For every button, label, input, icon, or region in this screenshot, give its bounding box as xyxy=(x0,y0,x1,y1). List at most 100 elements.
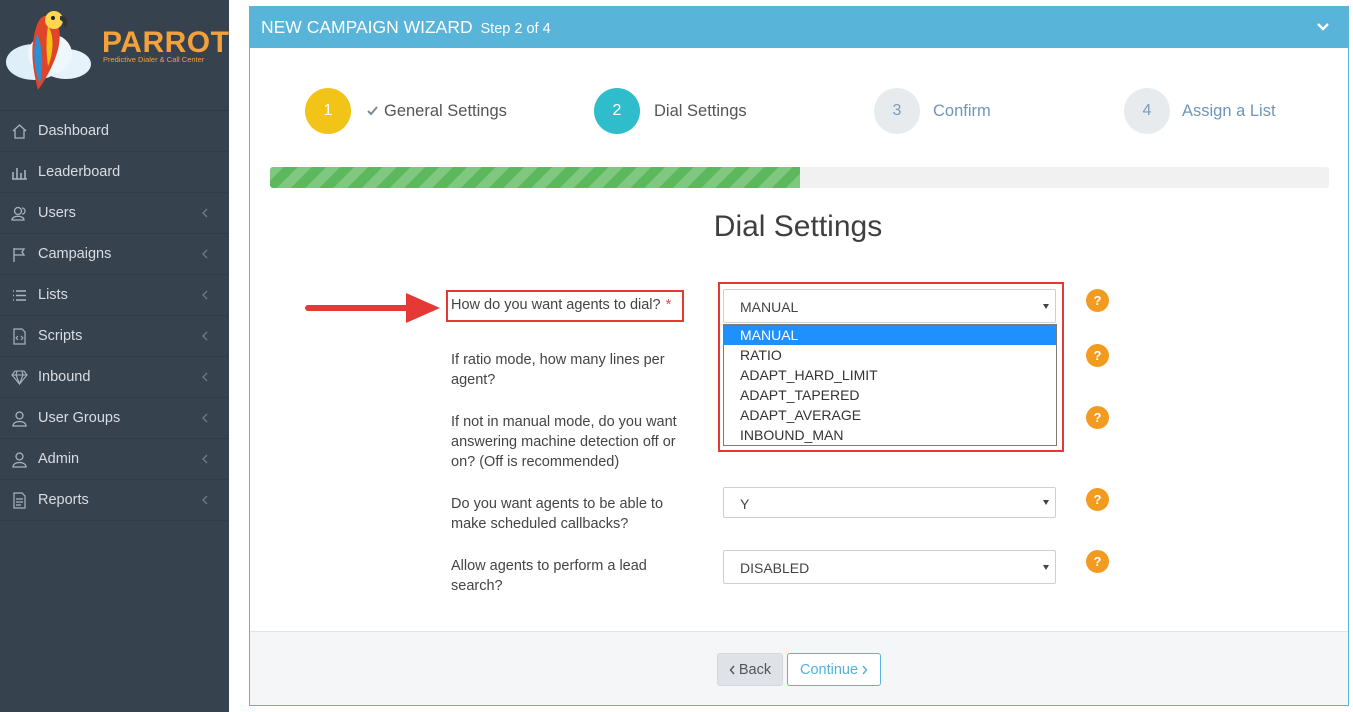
sidebar-item-label: Scripts xyxy=(38,328,83,344)
continue-button-label: Continue xyxy=(799,661,859,678)
panel-header: NEW CAMPAIGN WIZARD Step 2 of 4 xyxy=(250,7,1348,48)
callbacks-question-line: Do you want agents to be able to xyxy=(451,496,664,512)
sidebar-item-inbound[interactable]: Inbound xyxy=(0,357,229,398)
bar-chart-icon xyxy=(12,168,27,180)
amd-question-line: answering machine detection off or xyxy=(451,434,676,450)
sidebar-item-label: Users xyxy=(38,205,76,221)
option-adapt-tapered[interactable]: ADAPT_TAPERED xyxy=(724,385,1056,405)
back-button[interactable]: Back xyxy=(717,653,783,686)
amd-question-line: If not in manual mode, do you want xyxy=(451,414,677,430)
admin-user-icon xyxy=(12,452,27,468)
option-inbound-man[interactable]: INBOUND_MAN xyxy=(724,425,1056,445)
chevron-left-icon xyxy=(729,665,735,674)
step-number-badge: 3 xyxy=(874,88,920,134)
progress-fill xyxy=(270,167,800,188)
step-number-badge: 1 xyxy=(305,88,351,134)
annotation-arrow-icon xyxy=(305,293,440,323)
help-icon[interactable]: ? xyxy=(1086,344,1109,367)
lead-search-question-line: search? xyxy=(451,578,503,594)
sidebar-item-lists[interactable]: Lists xyxy=(0,275,229,316)
step-label: Confirm xyxy=(933,101,991,120)
list-icon xyxy=(13,290,26,301)
campaign-wizard-panel: NEW CAMPAIGN WIZARD Step 2 of 4 1 Genera… xyxy=(249,6,1349,706)
option-ratio[interactable]: RATIO xyxy=(724,345,1056,365)
lead-search-question-line: Allow agents to perform a lead xyxy=(451,558,647,574)
wizard-step-text: Step 2 of 4 xyxy=(480,21,551,37)
wizard-footer: Back Continue xyxy=(250,631,1348,705)
sidebar-item-users[interactable]: Users xyxy=(0,193,229,234)
parrot-logo-icon xyxy=(6,11,91,91)
sidebar-item-label: Admin xyxy=(38,451,80,467)
brand-tagline: Predictive Dialer & Call Center xyxy=(103,55,205,64)
chevron-left-icon xyxy=(202,208,208,218)
lead-search-select[interactable]: DISABLED xyxy=(723,550,1056,584)
ratio-lines-label: If ratio mode, how many lines per agent? xyxy=(451,350,665,390)
amd-question-line: on? (Off is recommended) xyxy=(451,454,620,470)
user-group-icon xyxy=(12,411,27,427)
sidebar-item-reports[interactable]: Reports xyxy=(0,480,229,521)
sidebar-item-label: Campaigns xyxy=(38,246,112,262)
chevron-down-icon[interactable] xyxy=(1316,22,1330,32)
brand-logo[interactable]: PARROT Predictive Dialer & Call Center xyxy=(0,0,229,111)
sidebar-item-admin[interactable]: Admin xyxy=(0,439,229,480)
sidebar-item-label: Leaderboard xyxy=(38,164,121,180)
chevron-left-icon xyxy=(202,372,208,382)
sidebar-item-label: Reports xyxy=(38,492,89,508)
chevron-left-icon xyxy=(202,413,208,423)
caret-down-icon xyxy=(1043,500,1049,505)
step-label: Dial Settings xyxy=(654,101,747,120)
sidebar-item-label: Inbound xyxy=(38,369,91,385)
wizard-steps: 1 General Settings 2 Dial Settings 3 Con… xyxy=(250,47,1348,157)
sidebar-item-campaigns[interactable]: Campaigns xyxy=(0,234,229,275)
sidebar-item-user-groups[interactable]: User Groups xyxy=(0,398,229,439)
sidebar-nav: Dashboard Leaderboard Users Campaigns Li… xyxy=(0,111,229,521)
wizard-step-3[interactable]: 3 Confirm xyxy=(874,88,991,134)
callbacks-label: Do you want agents to be able to make sc… xyxy=(451,494,663,534)
wizard-step-1[interactable]: 1 General Settings xyxy=(305,88,507,134)
flag-icon xyxy=(13,248,26,262)
sidebar-item-label: Lists xyxy=(38,287,68,303)
chevron-left-icon xyxy=(202,331,208,341)
dial-method-select[interactable]: MANUAL xyxy=(723,289,1056,323)
option-manual[interactable]: MANUAL xyxy=(724,325,1056,345)
help-icon[interactable]: ? xyxy=(1086,406,1109,429)
step-label: General Settings xyxy=(384,101,507,120)
select-value: MANUAL xyxy=(740,299,799,315)
sidebar-item-dashboard[interactable]: Dashboard xyxy=(0,111,229,152)
document-icon xyxy=(13,492,26,509)
back-button-label: Back xyxy=(738,661,772,678)
sidebar: PARROT Predictive Dialer & Call Center D… xyxy=(0,0,229,712)
help-icon[interactable]: ? xyxy=(1086,289,1109,312)
home-icon xyxy=(12,124,27,139)
file-code-icon xyxy=(13,328,26,345)
chevron-right-icon xyxy=(862,665,868,674)
option-adapt-average[interactable]: ADAPT_AVERAGE xyxy=(724,405,1056,425)
sidebar-item-label: User Groups xyxy=(38,410,121,426)
option-adapt-hard-limit[interactable]: ADAPT_HARD_LIMIT xyxy=(724,365,1056,385)
wizard-step-2[interactable]: 2 Dial Settings xyxy=(594,88,747,134)
check-icon xyxy=(367,106,378,116)
sidebar-item-leaderboard[interactable]: Leaderboard xyxy=(0,152,229,193)
callbacks-question-line: make scheduled callbacks? xyxy=(451,516,629,532)
chevron-left-icon xyxy=(202,249,208,259)
panel-title: NEW CAMPAIGN WIZARD Step 2 of 4 xyxy=(261,17,551,38)
wizard-step-4[interactable]: 4 Assign a List xyxy=(1124,88,1276,134)
ratio-lines-question-line: agent? xyxy=(451,372,496,388)
lead-search-label: Allow agents to perform a lead search? xyxy=(451,556,647,596)
callbacks-select[interactable]: Y xyxy=(723,487,1056,518)
dial-method-label: How do you want agents to dial? * xyxy=(451,295,671,315)
chevron-left-icon xyxy=(202,290,208,300)
wizard-progress-bar xyxy=(270,167,1329,188)
sidebar-item-scripts[interactable]: Scripts xyxy=(0,316,229,357)
step-number-badge: 2 xyxy=(594,88,640,134)
wizard-title: NEW CAMPAIGN WIZARD xyxy=(261,17,473,37)
help-icon[interactable]: ? xyxy=(1086,488,1109,511)
chevron-left-icon xyxy=(202,454,208,464)
caret-down-icon xyxy=(1043,565,1049,570)
select-value: DISABLED xyxy=(740,560,810,576)
caret-down-icon xyxy=(1043,304,1049,309)
continue-button[interactable]: Continue xyxy=(787,653,881,686)
help-icon[interactable]: ? xyxy=(1086,550,1109,573)
diamond-icon xyxy=(11,370,28,386)
dial-method-question: How do you want agents to dial? xyxy=(451,297,661,313)
